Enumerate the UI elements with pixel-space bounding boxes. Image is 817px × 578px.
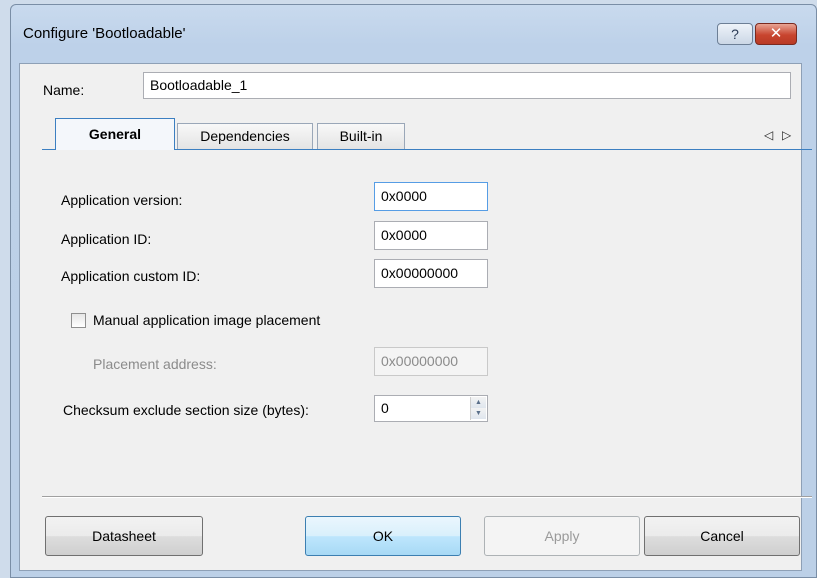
app-version-input[interactable]: 0x0000 xyxy=(374,182,488,211)
tab-general[interactable]: General xyxy=(55,118,175,150)
tab-dependencies[interactable]: Dependencies xyxy=(177,123,313,149)
checksum-exclude-value[interactable]: 0 xyxy=(381,400,389,416)
apply-button: Apply xyxy=(484,516,640,556)
checksum-exclude-stepper[interactable]: 0 ▲ ▼ xyxy=(374,395,488,422)
configure-dialog: Configure 'Bootloadable' ? ✕ Name: Bootl… xyxy=(10,4,817,578)
dialog-body: Name: Bootloadable_1 General Dependencie… xyxy=(19,63,812,571)
cancel-button[interactable]: Cancel xyxy=(644,516,800,556)
checksum-exclude-label: Checksum exclude section size (bytes): xyxy=(63,402,309,418)
window-title: Configure 'Bootloadable' xyxy=(23,25,186,42)
placement-address-input: 0x00000000 xyxy=(374,347,488,376)
title-bar[interactable]: Configure 'Bootloadable' ? ✕ xyxy=(11,5,816,63)
app-version-label: Application version: xyxy=(61,192,183,208)
help-icon: ? xyxy=(731,26,739,42)
help-button[interactable]: ? xyxy=(717,23,753,45)
placement-address-label: Placement address: xyxy=(93,356,217,372)
tab-scroll-right-icon[interactable]: ▷ xyxy=(782,128,791,142)
app-custom-id-input[interactable]: 0x00000000 xyxy=(374,259,488,288)
manual-placement-label[interactable]: Manual application image placement xyxy=(93,312,320,328)
close-button[interactable]: ✕ xyxy=(755,23,797,45)
footer-divider xyxy=(42,496,812,498)
manual-placement-checkbox[interactable] xyxy=(71,313,86,328)
tab-scroll-left-icon[interactable]: ◁ xyxy=(764,128,773,142)
spin-up-icon[interactable]: ▲ xyxy=(471,397,486,408)
app-custom-id-label: Application custom ID: xyxy=(61,268,201,284)
app-id-input[interactable]: 0x0000 xyxy=(374,221,488,250)
spin-buttons: ▲ ▼ xyxy=(470,397,486,420)
tab-built-in[interactable]: Built-in xyxy=(317,123,405,149)
close-icon: ✕ xyxy=(769,25,783,42)
name-input[interactable]: Bootloadable_1 xyxy=(143,72,791,99)
ok-button[interactable]: OK xyxy=(305,516,461,556)
app-id-label: Application ID: xyxy=(61,231,152,247)
name-label: Name: xyxy=(43,82,85,98)
spin-down-icon[interactable]: ▼ xyxy=(471,408,486,419)
datasheet-button[interactable]: Datasheet xyxy=(45,516,203,556)
